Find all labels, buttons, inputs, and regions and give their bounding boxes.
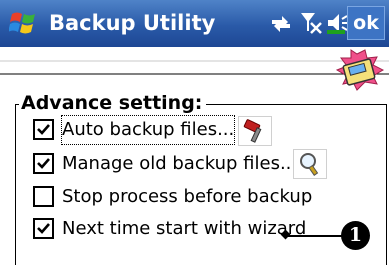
window-title: Backup Utility	[49, 11, 216, 35]
manage-old-backup-label[interactable]: Manage old backup files...	[62, 150, 297, 178]
checkmark-icon	[37, 223, 50, 234]
backup-app-icon	[335, 49, 385, 91]
checkmark-icon	[37, 158, 50, 169]
manage-old-backup-checkbox[interactable]	[33, 153, 54, 174]
checkmark-icon	[37, 124, 50, 135]
title-bar: Backup Utility ok	[0, 0, 389, 47]
callout-number-badge: 1	[341, 221, 370, 250]
group-title: Advance setting:	[19, 92, 207, 114]
hammer-tool-icon	[243, 119, 262, 143]
connectivity-icon[interactable]	[268, 11, 294, 35]
stop-process-checkbox[interactable]	[33, 186, 54, 207]
start-with-wizard-checkbox[interactable]	[33, 218, 54, 239]
auto-backup-checkbox[interactable]	[33, 119, 54, 140]
magnifier-tool-icon	[300, 153, 319, 176]
start-with-wizard-label[interactable]: Next time start with wizard	[62, 215, 306, 243]
auto-backup-settings-button[interactable]	[238, 116, 272, 146]
ok-button[interactable]: ok	[347, 6, 385, 40]
stop-process-label[interactable]: Stop process before backup	[62, 183, 312, 211]
windows-start-icon[interactable]	[9, 8, 39, 38]
manage-old-backup-settings-button[interactable]	[293, 149, 327, 179]
auto-backup-label[interactable]: Auto backup files...	[60, 115, 236, 145]
signal-off-icon[interactable]	[299, 11, 323, 35]
callout-line	[286, 235, 344, 237]
volume-icon[interactable]	[325, 11, 349, 35]
